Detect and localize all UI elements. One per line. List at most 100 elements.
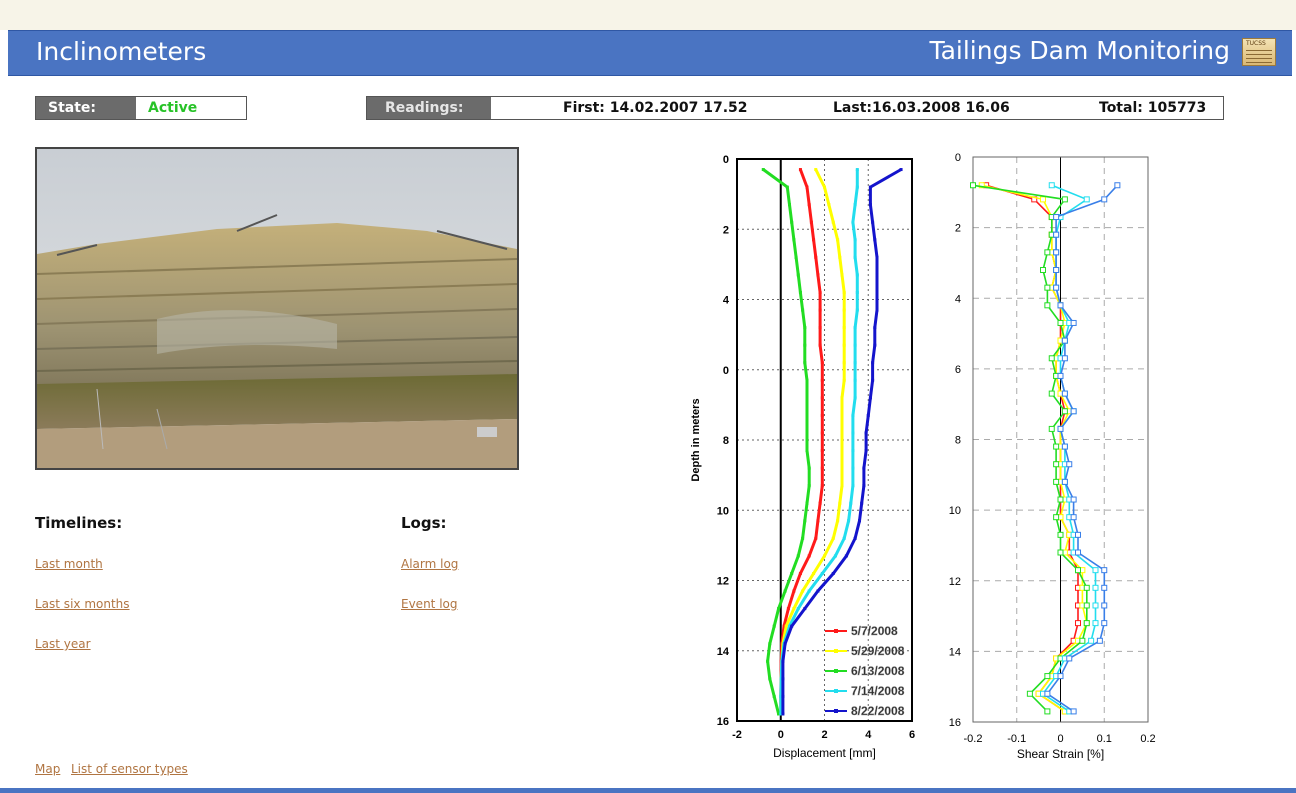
series-point (1048, 425, 1055, 432)
total-readings: Total: 105773 (1099, 97, 1206, 119)
y-tick-label: 10 (717, 505, 729, 517)
series-point (1079, 637, 1086, 644)
series-point (1044, 690, 1051, 697)
series-point (805, 413, 809, 417)
series-point (851, 466, 855, 470)
link-alarm-log[interactable]: Alarm log (401, 557, 458, 571)
link-last-year[interactable]: Last year (35, 637, 91, 651)
last-label: Last: (833, 100, 872, 116)
series-point (855, 308, 859, 312)
y-tick-label: 0 (955, 152, 961, 164)
page-title: Inclinometers (36, 37, 207, 66)
series-point (873, 326, 877, 330)
series-point (1044, 249, 1051, 256)
x-axis-label: Shear Strain [%] (1017, 747, 1104, 761)
series-point (823, 185, 826, 189)
series-point (1057, 531, 1064, 538)
series-point (803, 607, 807, 611)
y-tick-label: 12 (949, 576, 961, 588)
series-point (868, 203, 872, 207)
series-point (794, 255, 798, 259)
series-point (1053, 284, 1060, 291)
series-point (807, 589, 811, 593)
series-point (796, 554, 800, 558)
series-point (871, 361, 875, 365)
series-point (858, 519, 861, 523)
series-point (851, 220, 855, 224)
series-point (792, 607, 796, 611)
series-point (1070, 514, 1077, 521)
series-point (899, 168, 903, 172)
series-point (1101, 602, 1108, 609)
x-tick-label: 2 (821, 729, 827, 741)
series-point (1044, 302, 1051, 309)
series-point (768, 642, 772, 646)
series-point (1053, 514, 1060, 521)
logo-icon: TUCSS (1242, 38, 1276, 66)
series-point (1075, 567, 1081, 574)
last-reading: Last:16.03.2008 16.06 (833, 97, 1010, 119)
series-point (785, 185, 789, 189)
series-point (816, 589, 820, 593)
series-point (840, 413, 844, 417)
series-point (772, 694, 776, 698)
series-point (786, 607, 790, 611)
x-tick-label: 6 (909, 729, 915, 741)
state-value: Active (148, 100, 198, 116)
first-reading: First: 14.02.2007 17.52 (563, 97, 748, 119)
series-point (814, 536, 818, 540)
series-point (1070, 708, 1077, 715)
series-point (820, 396, 824, 400)
link-last-six-months[interactable]: Last six months (35, 597, 130, 611)
series-point (853, 255, 857, 259)
series-point (860, 501, 864, 505)
displacement-chart: -2 0 2 4 6 0 2 4 0 8 10 12 14 16 Displacement [mm] Dept… (690, 154, 915, 760)
series-point (1061, 355, 1068, 362)
total-label: Total: (1099, 100, 1143, 116)
series-point (853, 203, 857, 207)
series-point (875, 290, 879, 294)
link-last-month[interactable]: Last month (35, 557, 103, 571)
series-point (853, 238, 857, 242)
series-point (1053, 231, 1060, 238)
series-point (1070, 408, 1077, 415)
series-point (818, 501, 822, 505)
series-point (1096, 637, 1103, 644)
link-sensor-types[interactable]: List of sensor types (71, 762, 188, 776)
series-point (798, 290, 802, 294)
x-tick-label: 4 (865, 729, 872, 741)
series-point (1044, 708, 1051, 715)
legend-marker (834, 709, 838, 713)
series-point (812, 571, 816, 575)
series-point (803, 343, 807, 347)
link-event-log[interactable]: Event log (401, 597, 457, 611)
x-tick-label: -2 (732, 729, 742, 741)
app-name: Tailings Dam Monitoring (929, 36, 1230, 65)
series-point (970, 182, 976, 189)
series-point (781, 712, 785, 716)
series-point (844, 554, 848, 558)
series-point (1075, 531, 1081, 538)
series-point (790, 220, 794, 224)
series-line-3 (779, 169, 859, 714)
legend-label: 6/13/2008 (851, 664, 905, 678)
series-point (851, 484, 855, 488)
series-point (1057, 673, 1064, 680)
series-point (842, 343, 846, 347)
series-point (838, 255, 842, 259)
series-point (851, 413, 855, 417)
series-point (1114, 182, 1121, 189)
legend-label: 8/22/2008 (851, 704, 905, 718)
series-point (1057, 319, 1064, 326)
link-map[interactable]: Map (35, 762, 60, 776)
series-point (1044, 284, 1051, 291)
series-point (801, 536, 805, 540)
series-line-2 (972, 184, 1088, 712)
x-tick-label: -0.1 (1007, 733, 1026, 745)
series-point (842, 326, 846, 330)
series-point (1057, 372, 1064, 379)
series-point (1061, 408, 1068, 415)
series-point (1075, 549, 1081, 556)
series-point (831, 571, 835, 575)
series-point (818, 343, 822, 347)
